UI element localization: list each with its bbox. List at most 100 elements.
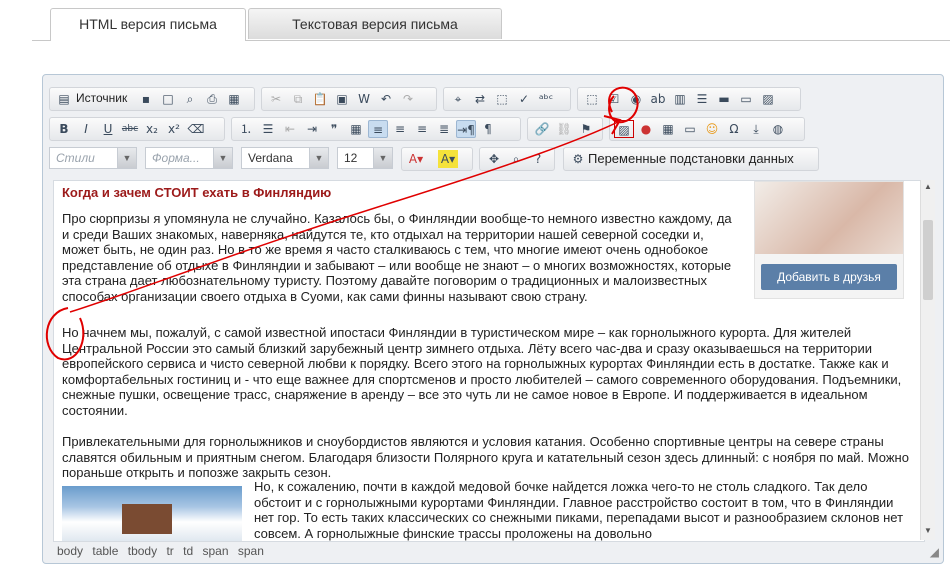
print-icon[interactable]: ⎙ xyxy=(202,90,222,108)
content-scrollbar[interactable]: ▲ ▼ xyxy=(920,180,935,540)
text-style-group: B I U abc x₂ x² ⌫ xyxy=(49,117,225,141)
forms-group: ⬚ ☑ ◉ ab ▥ ☰ ▬ ▭ ▨ xyxy=(577,87,801,111)
remove-format-icon[interactable]: ⌫ xyxy=(186,120,206,138)
path-item[interactable]: span xyxy=(203,544,229,558)
div-icon[interactable]: ▦ xyxy=(346,120,366,138)
styles-combo[interactable]: Стили ▼ xyxy=(49,147,137,169)
preview-icon[interactable]: ⌕ xyxy=(180,90,200,108)
spellcheck-dropdown-icon[interactable]: ᵃᵇᶜ xyxy=(536,90,556,108)
templates-icon[interactable]: ▦ xyxy=(224,90,244,108)
path-item[interactable]: tr xyxy=(166,544,173,558)
editor-content[interactable]: Когда и зачем СТОИТ ехать в Финляндию До… xyxy=(53,180,925,542)
hidden-field-icon[interactable]: ▨ xyxy=(758,90,778,108)
underline-icon[interactable]: U xyxy=(98,120,118,138)
maximize-icon[interactable]: ✥ xyxy=(484,150,504,168)
image-button-icon[interactable]: ▭ xyxy=(736,90,756,108)
rtl-icon[interactable]: ¶ xyxy=(478,120,498,138)
add-friend-button[interactable]: Добавить в друзья xyxy=(761,264,897,290)
save-icon[interactable]: ▪ xyxy=(136,90,156,108)
select-field-icon[interactable]: ☰ xyxy=(692,90,712,108)
font-size-value: 12 xyxy=(344,151,358,165)
spellcheck-icon[interactable]: ✓ xyxy=(514,90,534,108)
align-right-icon[interactable]: ≡ xyxy=(412,120,432,138)
justify-icon[interactable]: ≣ xyxy=(434,120,454,138)
paste-word-icon[interactable]: W xyxy=(354,90,374,108)
undo-icon[interactable]: ↶ xyxy=(376,90,396,108)
find-group: ⌖ ⇄ ⬚ ✓ ᵃᵇᶜ xyxy=(443,87,571,111)
redo-icon[interactable]: ↷ xyxy=(398,90,418,108)
align-center-icon[interactable]: ≡ xyxy=(390,120,410,138)
font-combo[interactable]: Verdana ▼ xyxy=(241,147,329,169)
path-item[interactable]: table xyxy=(92,544,118,558)
ltr-icon[interactable]: ⇥¶ xyxy=(456,120,476,138)
italic-icon[interactable]: I xyxy=(76,120,96,138)
path-item[interactable]: body xyxy=(57,544,83,558)
paragraph-group: ⒈ ☰ ⇤ ⇥ ❞ ▦ ≡ ≡ ≡ ≣ ⇥¶ ¶ xyxy=(231,117,521,141)
resize-handle-icon[interactable]: ◢ xyxy=(930,545,939,559)
path-item[interactable]: tbody xyxy=(128,544,157,558)
page-break-icon[interactable]: ⤓ xyxy=(746,120,766,138)
tab-bar: HTML версия письма Текстовая версия пись… xyxy=(32,8,950,41)
subscript-icon[interactable]: x₂ xyxy=(142,120,162,138)
strike-icon[interactable]: abc xyxy=(120,120,140,138)
unlink-icon[interactable]: ⛓ xyxy=(554,120,574,138)
link-icon[interactable]: 🔗 xyxy=(532,120,552,138)
paragraph-4: Но, к сожалению, почти в каждой медовой … xyxy=(254,479,904,541)
image-icon[interactable]: ▨ xyxy=(614,120,634,138)
bullet-list-icon[interactable]: ☰ xyxy=(258,120,278,138)
font-size-combo[interactable]: 12 ▼ xyxy=(337,147,393,169)
form-icon[interactable]: ⬚ xyxy=(582,90,602,108)
links-group: 🔗 ⛓ ⚑ xyxy=(527,117,603,141)
paragraph-2: Но начнем мы, пожалуй, с самой известной… xyxy=(62,325,902,418)
new-page-icon[interactable]: □ xyxy=(158,90,178,108)
copy-icon[interactable]: ⧉ xyxy=(288,90,308,108)
button-field-icon[interactable]: ▬ xyxy=(714,90,734,108)
numbered-list-icon[interactable]: ⒈ xyxy=(236,120,256,138)
tab-text-version[interactable]: Текстовая версия письма xyxy=(248,8,502,39)
blockquote-icon[interactable]: ❞ xyxy=(324,120,344,138)
scroll-down-icon[interactable]: ▼ xyxy=(921,526,935,538)
scroll-thumb[interactable] xyxy=(923,220,933,300)
path-item[interactable]: td xyxy=(183,544,193,558)
show-blocks-icon[interactable]: ⌕ xyxy=(506,150,526,168)
align-left-icon[interactable]: ≡ xyxy=(368,120,388,138)
replace-icon[interactable]: ⇄ xyxy=(470,90,490,108)
chevron-down-icon[interactable]: ▼ xyxy=(373,148,392,168)
radio-icon[interactable]: ◉ xyxy=(626,90,646,108)
text-color-icon[interactable]: A▾ xyxy=(406,150,426,168)
path-item[interactable]: span xyxy=(238,544,264,558)
anchor-icon[interactable]: ⚑ xyxy=(576,120,596,138)
horizontal-rule-icon[interactable]: ▭ xyxy=(680,120,700,138)
document-tools-group: ▤ Источник ▪ □ ⌕ ⎙ ▦ xyxy=(49,87,255,111)
tab-html-version[interactable]: HTML версия письма xyxy=(50,8,246,41)
variables-icon: ⚙ xyxy=(572,152,584,166)
iframe-icon[interactable]: ◍ xyxy=(768,120,788,138)
special-char-icon[interactable]: Ω xyxy=(724,120,744,138)
source-icon[interactable]: ▤ xyxy=(54,90,74,108)
chevron-down-icon[interactable]: ▼ xyxy=(117,148,136,168)
find-icon[interactable]: ⌖ xyxy=(448,90,468,108)
checkbox-icon[interactable]: ☑ xyxy=(604,90,624,108)
bg-color-icon[interactable]: A▾ xyxy=(438,150,458,168)
cut-icon[interactable]: ✂ xyxy=(266,90,286,108)
flash-icon[interactable]: ● xyxy=(636,120,656,138)
bold-icon[interactable]: B xyxy=(54,120,74,138)
chevron-down-icon[interactable]: ▼ xyxy=(213,148,232,168)
smiley-icon[interactable]: ☺ xyxy=(702,120,722,138)
superscript-icon[interactable]: x² xyxy=(164,120,184,138)
select-all-icon[interactable]: ⬚ xyxy=(492,90,512,108)
element-path-bar: body table tbody tr td span span xyxy=(57,544,270,558)
help-icon[interactable]: ? xyxy=(528,150,548,168)
variables-button[interactable]: Переменные подстановки данных xyxy=(588,151,794,166)
indent-icon[interactable]: ⇥ xyxy=(302,120,322,138)
chevron-down-icon[interactable]: ▼ xyxy=(309,148,328,168)
source-button[interactable]: Источник xyxy=(76,91,127,105)
table-icon[interactable]: ▦ xyxy=(658,120,678,138)
paste-text-icon[interactable]: ▣ xyxy=(332,90,352,108)
scroll-up-icon[interactable]: ▲ xyxy=(921,182,935,194)
paste-icon[interactable]: 📋 xyxy=(310,90,330,108)
format-combo[interactable]: Форма... ▼ xyxy=(145,147,233,169)
textarea-icon[interactable]: ▥ xyxy=(670,90,690,108)
textfield-icon[interactable]: ab xyxy=(648,90,668,108)
outdent-icon[interactable]: ⇤ xyxy=(280,120,300,138)
